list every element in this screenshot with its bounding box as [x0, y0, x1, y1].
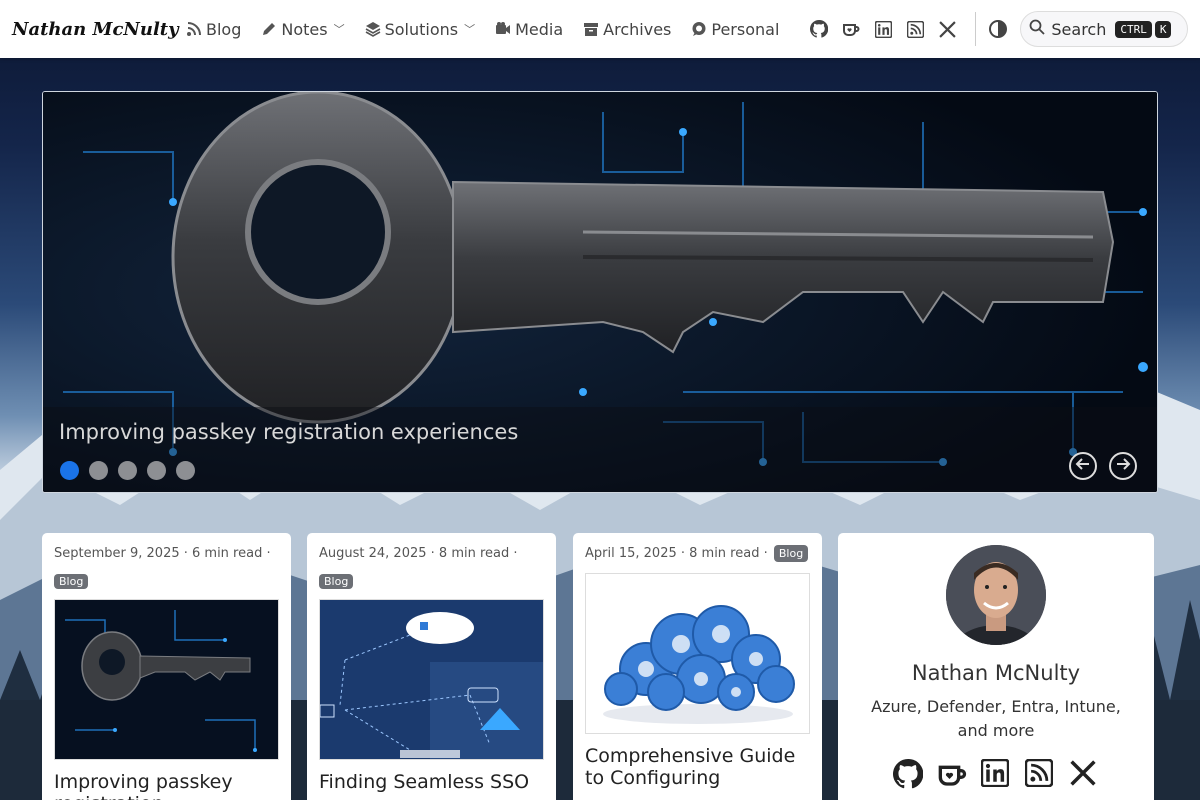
- chevron-down-icon: ﹀: [464, 23, 476, 36]
- site-brand[interactable]: Nathan McNulty: [12, 19, 179, 40]
- main-nav: Blog Notes ﹀ Solutions ﹀ Media Archives …: [186, 20, 799, 39]
- rss-icon[interactable]: [905, 19, 925, 39]
- post-thumbnail[interactable]: [585, 573, 810, 735]
- author-profile-card: Nathan McNulty Azure, Defender, Entra, I…: [838, 533, 1154, 800]
- carousel-slide-title[interactable]: Improving passkey registration experienc…: [59, 420, 518, 444]
- search-label: Search: [1051, 19, 1107, 39]
- nav-label: Archives: [603, 19, 672, 39]
- carousel-dot-3[interactable]: [118, 461, 137, 480]
- chat-bubble-icon: [691, 21, 707, 37]
- avatar: [946, 545, 1046, 645]
- carousel-indicators: [60, 461, 205, 480]
- nav-label: Personal: [711, 19, 780, 39]
- carousel-prev-button[interactable]: [1069, 452, 1097, 480]
- search-button[interactable]: Search CTRL K: [1020, 11, 1188, 47]
- archive-box-icon: [583, 21, 599, 37]
- post-meta: April 15, 2025 · 8 min read · Blog: [585, 545, 810, 563]
- post-tag-badge[interactable]: Blog: [54, 574, 89, 590]
- ko-fi-cup-icon[interactable]: [841, 19, 861, 39]
- nav-item-notes[interactable]: Notes ﹀: [261, 19, 345, 39]
- linkedin-icon[interactable]: [873, 19, 893, 39]
- author-name: Nathan McNulty: [911, 661, 1081, 685]
- post-title[interactable]: Improving passkey registration experienc…: [54, 771, 279, 800]
- layers-icon: [365, 21, 381, 37]
- nav-item-media[interactable]: Media: [495, 20, 563, 39]
- carousel-dot-1[interactable]: [60, 461, 79, 480]
- nav-label: Media: [515, 19, 564, 39]
- carousel-dot-4[interactable]: [147, 461, 166, 480]
- linkedin-icon[interactable]: [981, 759, 1011, 789]
- pencil-icon: [261, 21, 277, 37]
- search-icon: [1029, 19, 1046, 39]
- featured-carousel[interactable]: Improving passkey registration experienc…: [42, 91, 1158, 493]
- post-meta: September 9, 2025 · 6 min read ·: [54, 546, 271, 561]
- post-thumbnail[interactable]: [54, 599, 279, 761]
- post-meta-text: April 15, 2025 · 8 min read ·: [585, 546, 768, 561]
- theme-toggle-icon[interactable]: [988, 19, 1008, 39]
- post-meta: August 24, 2025 · 8 min read ·: [319, 546, 518, 561]
- shortcut-key-k: K: [1154, 20, 1172, 38]
- post-tag-badge[interactable]: Blog: [319, 574, 354, 590]
- author-tagline: Azure, Defender, Entra, Intune, and more: [871, 697, 1121, 740]
- post-title[interactable]: Comprehensive Guide to Configuring: [585, 745, 810, 790]
- rss-icon[interactable]: [1025, 759, 1055, 789]
- post-card[interactable]: April 15, 2025 · 8 min read · Blog Compr…: [573, 533, 822, 800]
- github-icon[interactable]: [809, 19, 829, 39]
- arrow-left-icon: [1075, 456, 1091, 476]
- header-social-links: [803, 19, 963, 39]
- site-header: Nathan McNulty Blog Notes ﹀ Solutions ﹀: [0, 0, 1200, 58]
- nav-label: Notes: [281, 19, 328, 39]
- x-twitter-icon[interactable]: [937, 19, 957, 39]
- author-social-links: [838, 759, 1154, 789]
- carousel-next-button[interactable]: [1109, 452, 1137, 480]
- nav-label: Solutions: [384, 19, 459, 39]
- nav-label: Blog: [206, 19, 242, 39]
- nav-item-personal[interactable]: Personal: [691, 20, 779, 39]
- blog-icon: [186, 21, 202, 37]
- post-thumbnail[interactable]: [319, 599, 544, 761]
- nav-item-archives[interactable]: Archives: [583, 20, 671, 39]
- ko-fi-cup-icon[interactable]: [937, 759, 967, 789]
- carousel-dot-2[interactable]: [89, 461, 108, 480]
- header-divider: [975, 12, 977, 46]
- github-icon[interactable]: [893, 759, 923, 789]
- nav-item-blog[interactable]: Blog: [186, 20, 241, 39]
- post-tag-badge[interactable]: Blog: [773, 545, 809, 563]
- nav-item-solutions[interactable]: Solutions ﹀: [365, 19, 476, 39]
- carousel-dot-5[interactable]: [176, 461, 195, 480]
- chevron-down-icon: ﹀: [333, 23, 345, 36]
- post-title[interactable]: Finding Seamless SSO: [319, 771, 544, 794]
- shortcut-key-ctrl: CTRL: [1115, 20, 1152, 38]
- post-card[interactable]: August 24, 2025 · 8 min read · Blog Find…: [307, 533, 556, 800]
- post-card[interactable]: September 9, 2025 · 6 min read · Blog Im…: [42, 533, 291, 800]
- x-twitter-icon[interactable]: [1069, 759, 1099, 789]
- video-camera-icon: [495, 21, 511, 37]
- arrow-right-icon: [1115, 456, 1131, 476]
